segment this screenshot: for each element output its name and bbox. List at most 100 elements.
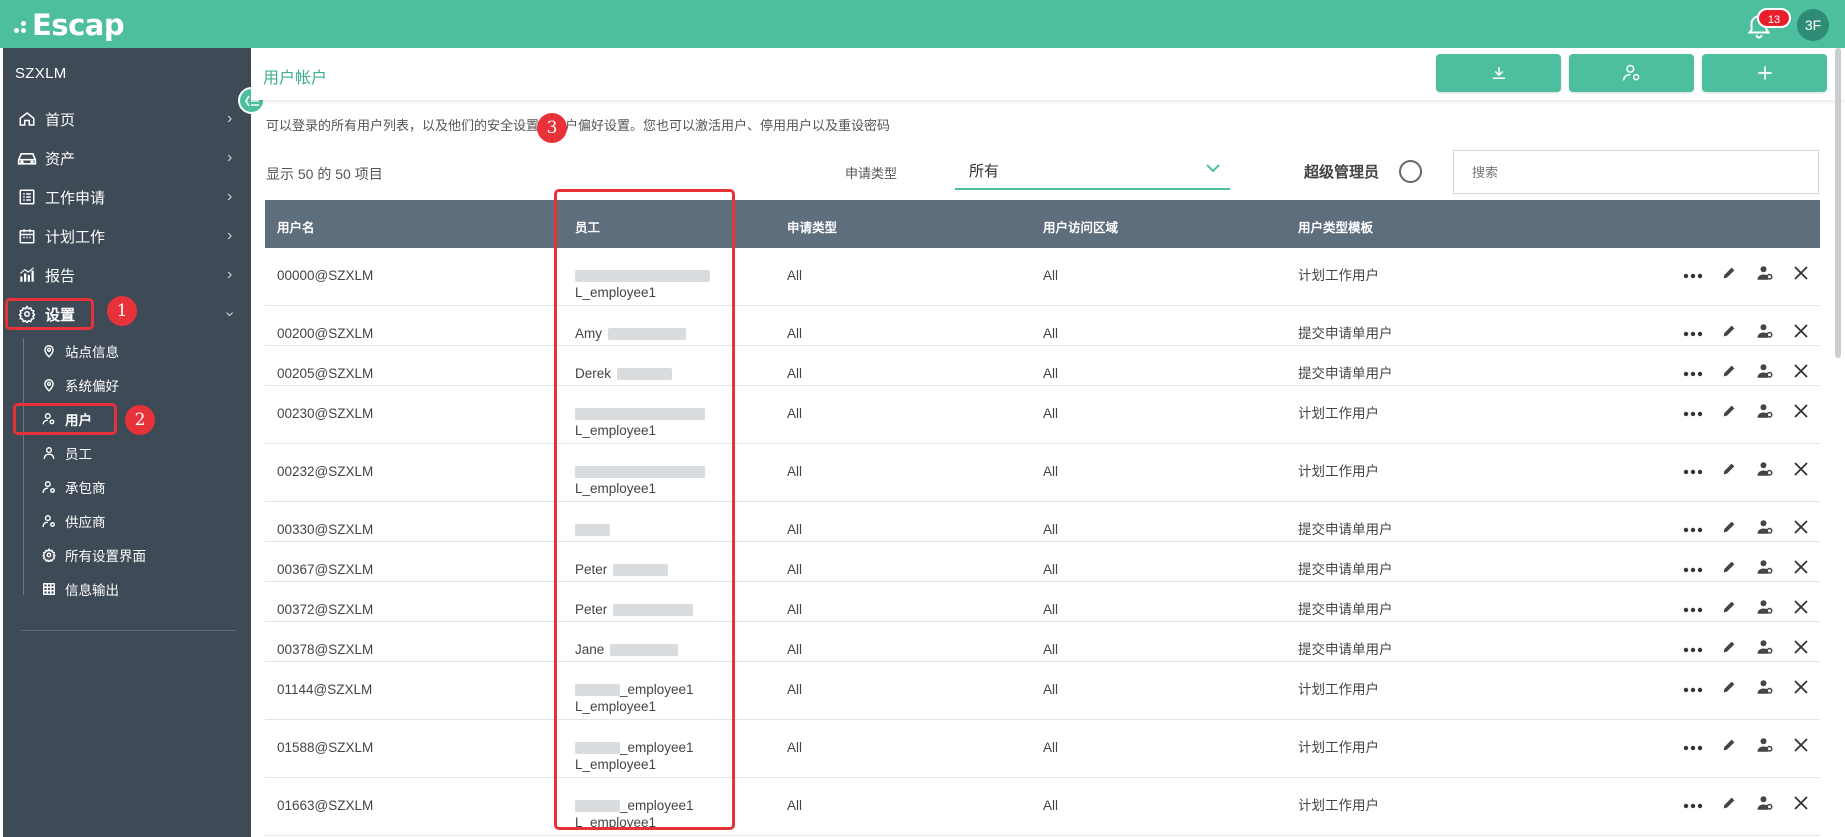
more-icon — [1683, 520, 1703, 538]
avatar[interactable]: 3F — [1797, 9, 1829, 41]
delete-button[interactable] — [1783, 321, 1819, 345]
more-actions-button[interactable] — [1675, 321, 1711, 345]
super-admin-toggle[interactable] — [1399, 160, 1422, 183]
sidebar-subitem-label: 信息输出 — [65, 583, 119, 598]
cell-access-area: All — [1043, 406, 1059, 421]
delete-button[interactable] — [1783, 517, 1819, 541]
user-access-button[interactable] — [1747, 597, 1783, 621]
add-user-button[interactable] — [1702, 54, 1827, 92]
table-row[interactable]: 00372@SZXLM Peter All All 提交申请单用户 — [265, 582, 1820, 622]
more-actions-button[interactable] — [1675, 793, 1711, 817]
page-title: 用户帐户 — [263, 70, 328, 87]
user-access-button[interactable] — [1747, 263, 1783, 287]
edit-button[interactable] — [1711, 793, 1747, 817]
user-access-button[interactable] — [1747, 677, 1783, 701]
delete-button[interactable] — [1783, 735, 1819, 759]
user-access-button[interactable] — [1747, 321, 1783, 345]
cell-user-type-template: 计划工作用户 — [1298, 798, 1379, 813]
edit-button[interactable] — [1711, 361, 1747, 385]
scrollbar[interactable] — [1835, 48, 1841, 358]
cell-username: 00205@SZXLM — [277, 366, 374, 381]
sidebar-item-home[interactable]: 首页 › — [3, 101, 251, 137]
user-access-button[interactable] — [1747, 735, 1783, 759]
row-actions — [1675, 517, 1819, 541]
table-row[interactable]: 00205@SZXLM Derek All All 提交申请单用户 — [265, 346, 1820, 386]
request-type-select[interactable]: 所有 — [955, 150, 1230, 190]
more-actions-button[interactable] — [1675, 557, 1711, 581]
sidebar-item-planned-work[interactable]: 计划工作 › — [3, 218, 251, 254]
request-type-value: 所有 — [969, 163, 1000, 180]
table-row[interactable]: 01588@SZXLM _employee1 L_employee1 All All 计划… — [265, 720, 1820, 778]
export-button[interactable] — [1436, 54, 1561, 92]
user-access-button[interactable] — [1747, 361, 1783, 385]
delete-button[interactable] — [1783, 263, 1819, 287]
delete-button[interactable] — [1783, 793, 1819, 817]
more-actions-button[interactable] — [1675, 735, 1711, 759]
user-access-button[interactable] — [1747, 459, 1783, 483]
edit-button[interactable] — [1711, 401, 1747, 425]
table-row[interactable]: 00367@SZXLM Peter All All 提交申请单用户 — [265, 542, 1820, 582]
sidebar-subitem-employees[interactable]: 员工 — [23, 438, 251, 468]
table-row[interactable]: 00378@SZXLM Jane All All 提交申请单用户 — [265, 622, 1820, 662]
sidebar-divider — [21, 630, 236, 631]
user-access-button[interactable] — [1747, 517, 1783, 541]
more-actions-button[interactable] — [1675, 459, 1711, 483]
sidebar-subitem-all-settings[interactable]: 所有设置界面 — [23, 540, 251, 570]
column-header-username[interactable]: 用户名 — [277, 217, 315, 236]
column-header-user-type-template[interactable]: 用户类型模板 — [1298, 217, 1373, 236]
edit-button[interactable] — [1711, 263, 1747, 287]
user-access-button[interactable] — [1747, 401, 1783, 425]
edit-button[interactable] — [1711, 597, 1747, 621]
table-row[interactable]: 01144@SZXLM _employee1 L_employee1 All All 计划… — [265, 662, 1820, 720]
column-header-request-type[interactable]: 申请类型 — [787, 217, 837, 236]
more-actions-button[interactable] — [1675, 597, 1711, 621]
user-settings-button[interactable] — [1569, 54, 1694, 92]
delete-button[interactable] — [1783, 401, 1819, 425]
more-actions-button[interactable] — [1675, 637, 1711, 661]
table-row[interactable]: 00330@SZXLM All All 提交申请单用户 — [265, 502, 1820, 542]
user-access-button[interactable] — [1747, 793, 1783, 817]
more-actions-button[interactable] — [1675, 401, 1711, 425]
edit-button[interactable] — [1711, 321, 1747, 345]
table-row[interactable]: 00230@SZXLM L_employee1 All All 计划工作用户 — [265, 386, 1820, 444]
delete-button[interactable] — [1783, 557, 1819, 581]
sidebar-item-work-requests[interactable]: 工作申请 › — [3, 179, 251, 215]
delete-button[interactable] — [1783, 677, 1819, 701]
sidebar-subitem-info-export[interactable]: 信息输出 — [23, 574, 251, 604]
user-access-button[interactable] — [1747, 637, 1783, 661]
more-actions-button[interactable] — [1675, 677, 1711, 701]
table-row[interactable]: 00200@SZXLM Amy All All 提交申请单用户 — [265, 306, 1820, 346]
cell-request-type: All — [787, 798, 803, 813]
edit-button[interactable] — [1711, 735, 1747, 759]
table-row[interactable]: 01663@SZXLM _employee1 L_employee1 All All 计划… — [265, 778, 1820, 836]
chevron-right-icon: › — [227, 110, 233, 127]
more-actions-button[interactable] — [1675, 517, 1711, 541]
delete-button[interactable] — [1783, 597, 1819, 621]
search-input[interactable] — [1453, 150, 1819, 194]
edit-button[interactable] — [1711, 459, 1747, 483]
delete-button[interactable] — [1783, 361, 1819, 385]
sidebar-subitem-system-preferences[interactable]: 系统偏好 — [23, 370, 251, 400]
more-actions-button[interactable] — [1675, 263, 1711, 287]
sidebar-subitem-site-info[interactable]: 站点信息 — [23, 336, 251, 366]
edit-button[interactable] — [1711, 677, 1747, 701]
edit-button[interactable] — [1711, 637, 1747, 661]
sidebar-item-reports[interactable]: 报告 › — [3, 257, 251, 293]
sidebar-subitem-contractors[interactable]: 承包商 — [23, 472, 251, 502]
table-row[interactable]: 00232@SZXLM L_employee1 All All 计划工作用户 — [265, 444, 1820, 502]
delete-button[interactable] — [1783, 459, 1819, 483]
column-header-access-area[interactable]: 用户访问区域 — [1043, 217, 1118, 236]
cell-username: 01663@SZXLM — [277, 798, 374, 813]
user-key-icon — [1756, 322, 1774, 345]
table-row[interactable]: 00000@SZXLM L_employee1 All All 计划工作用户 — [265, 248, 1820, 306]
app-logo[interactable]: Escap — [14, 8, 125, 42]
edit-button[interactable] — [1711, 517, 1747, 541]
user-access-button[interactable] — [1747, 557, 1783, 581]
edit-button[interactable] — [1711, 557, 1747, 581]
more-icon — [1683, 462, 1703, 480]
delete-button[interactable] — [1783, 637, 1819, 661]
sidebar-item-assets[interactable]: 资产 › — [3, 140, 251, 176]
more-actions-button[interactable] — [1675, 361, 1711, 385]
sidebar-item-label: 工作申请 — [45, 189, 106, 207]
sidebar-subitem-suppliers[interactable]: 供应商 — [23, 506, 251, 536]
